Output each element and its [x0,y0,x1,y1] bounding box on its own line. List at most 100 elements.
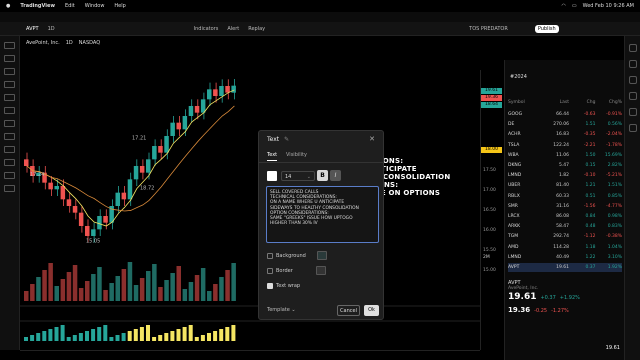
candle [48,182,53,190]
background-swatch[interactable] [316,251,327,260]
trendline-icon[interactable] [4,55,15,62]
border-checkbox[interactable] [267,267,273,274]
watchlist-row[interactable]: AVPT 19.61 0.37 1.92% [508,263,622,272]
price-tick: 16.00 [483,228,496,233]
volume-bar [78,288,84,301]
zoom-icon[interactable] [4,133,15,140]
alerts-icon[interactable] [628,60,637,68]
histogram-bar [97,327,102,341]
candle-annotation: 15.05 [86,239,100,245]
notification-icon[interactable] [628,124,637,132]
col-symbol[interactable]: Symbol [508,100,542,105]
watchlist-row[interactable]: ARKK 58.47 0.48 0.83% [508,222,622,231]
watchlist-cell-chg: -0.10 [583,173,596,179]
chart-text-note[interactable]: TIONS: NTICIPATE Y CONSOLIDATION IONS: U… [375,157,485,197]
watchlist-row[interactable]: TSLA 122.24 -2.21 -1.78% [508,141,622,150]
apple-icon[interactable]: ● [6,3,10,9]
pencil-icon[interactable]: ✎ [284,136,289,143]
watchlist-cell-pct: 0.98% [607,214,623,219]
watchlist-row[interactable]: AMD 114.28 1.18 1.04% [508,243,622,252]
watchlist-row[interactable]: TGM 292.74 -1.12 -0.38% [508,232,622,241]
close-icon[interactable]: ✕ [369,135,375,143]
wifi-icon[interactable]: ◠ [561,3,565,9]
background-checkbox[interactable] [267,252,273,259]
lock-icon[interactable] [4,159,15,166]
wrap-row: Text wrap [267,283,300,289]
indicators-button[interactable]: Indicators [194,26,219,32]
watchlist-row[interactable]: GOOG 66.44 -0.63 -0.91% [508,110,622,119]
watchlist-cell-last: 19.61 [556,265,569,270]
font-size-select[interactable]: 14 ⌄ [281,171,315,181]
watchlist-row[interactable]: DE 270.06 1.51 0.56% [508,120,622,129]
clock[interactable]: Wed Feb 10 9:26 AM [583,3,634,9]
watchlist-icon[interactable] [628,44,637,52]
news-icon[interactable] [628,76,637,84]
publish-button[interactable]: Publish [534,24,559,33]
chat-icon[interactable] [628,108,637,116]
tab-text[interactable]: Text [267,152,278,161]
cancel-button[interactable]: Cancel [337,305,360,316]
trash-icon[interactable] [4,185,15,192]
italic-button[interactable]: I [330,170,341,181]
pattern-icon[interactable] [4,107,15,114]
crosshair-icon[interactable] [4,42,15,49]
price-axis[interactable]: 19.61 19.36 18.64 18.00 17.50 17.00 16.5… [480,70,502,350]
watchlist-row[interactable]: SMR 31.16 -1.56 -4.77% [508,202,622,211]
menu-window[interactable]: Window [85,3,105,9]
histogram-bar [85,331,89,341]
watchlist-cell-last: 5.47 [558,163,569,168]
replay-button[interactable]: Replay [248,26,265,32]
layout-name[interactable]: TOS PREDATOR [469,26,508,32]
template-button[interactable]: Template ⌄ [267,307,296,313]
ruler-icon[interactable] [4,120,15,127]
candle [127,179,133,200]
mac-menu-bar: ● TradingView Edit Window Help ◠ ▭ Wed F… [0,0,640,12]
text-settings-dialog: Text ✎ ✕ Text Visibility 14 ⌄ B I SELL C… [258,130,384,320]
watchlist-row[interactable]: RBLX 60.33 0.51 0.85% [508,192,622,201]
eye-icon[interactable] [4,172,15,179]
app-menu[interactable]: TradingView [20,3,55,9]
col-last[interactable]: Last [542,100,569,105]
bold-button[interactable]: B [317,170,328,181]
alert-button[interactable]: Alert [227,26,239,32]
ok-button[interactable]: Ok [364,305,379,316]
wrap-checkbox[interactable] [267,283,273,289]
watchlist-row[interactable]: LRCX 86.08 0.84 0.98% [508,212,622,221]
text-input[interactable]: SELL COVERED CALLS TECHNICAL CONSIDERATI… [266,186,379,243]
candle [188,106,194,116]
magnet-icon[interactable] [4,146,15,153]
text-color-swatch[interactable] [267,171,277,181]
symbol-search[interactable]: AVPT [26,26,39,32]
candle [103,216,108,223]
candle [54,186,59,190]
volume-bar [139,278,145,301]
candle [72,206,78,213]
watchlist-row[interactable]: ACHR 16.83 -0.35 -2.04% [508,130,622,139]
brush-icon[interactable] [4,81,15,88]
watchlist-row[interactable]: LMND 1.82 -0.10 -5.21% [508,171,622,180]
note-line: TIONS: [375,157,404,165]
watchlist-cell-pct: 1.51% [607,183,623,189]
watchlist-row[interactable]: WBA 11.06 1.50 15.69% [508,151,622,160]
volume-bar [97,267,102,301]
watchlist-row[interactable]: LMND 40.49 1.22 3.10% [508,253,622,262]
watchlist-header: Symbol Last Chg Chg% [508,100,622,105]
calendar-icon[interactable] [628,92,637,100]
menu-help[interactable]: Help [114,3,125,9]
interval-select[interactable]: 1D [48,26,55,32]
watchlist-title[interactable]: #2024 [504,72,624,82]
price-label: 18.00 [481,147,502,153]
watchlist-cell-last: 60.33 [556,193,569,199]
note-line: NTICIPATE [375,165,417,173]
fib-icon[interactable] [4,68,15,75]
time-axis[interactable] [20,350,480,360]
watchlist-row[interactable]: DKNG 5.47 0.15 2.82% [508,161,622,170]
text-tool-icon[interactable] [4,94,15,101]
menu-edit[interactable]: Edit [65,3,75,9]
col-chgpct[interactable]: Chg% [596,100,622,105]
col-chg[interactable]: Chg [569,100,596,105]
watchlist-row[interactable]: UBER 81.40 1.21 1.51% [508,181,622,190]
battery-icon[interactable]: ▭ [572,3,577,9]
tab-visibility[interactable]: Visibility [286,152,307,158]
border-swatch[interactable] [315,266,326,275]
